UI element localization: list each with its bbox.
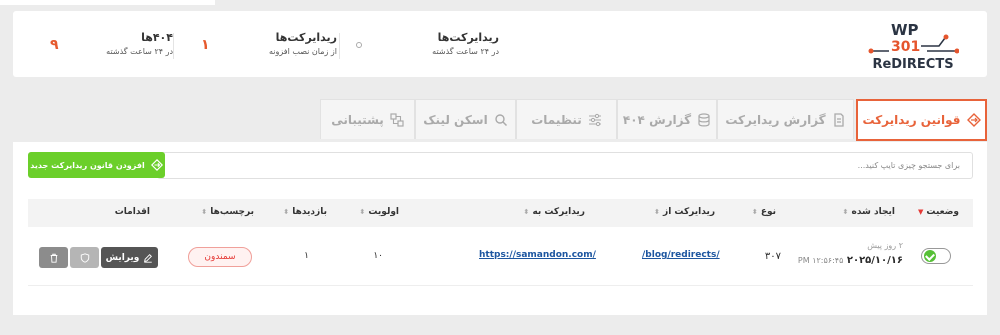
tab-label: تنظیمات [531,112,582,127]
sort-icon: ⬍ [751,208,758,216]
database-icon [698,112,710,126]
stat-title: ۴۰۴ها [141,31,173,44]
tab-label: گزارش ۴۰۴ [622,112,692,127]
tab-bar: قوانین ریدایرکت گزارش ریدایرکت گزارش ۴۰۴… [13,99,987,144]
sliders-icon [588,113,601,126]
table-row: ۲ روز پیش ۲۰۲۵/۱۰/۱۶ ۱۲:۵۶:۴۵ PM ۳۰۷ /bl… [28,228,973,286]
stat-title: ریدایرکت‌ها [437,31,499,44]
edit-label: ویرایش [105,252,140,263]
pencil-icon [144,253,153,263]
stat-title: ریدایرکت‌ها [275,31,337,44]
shield-icon [80,252,89,263]
stat-indicator-dot [356,42,362,48]
required-indicator-icon: ▼ [918,208,924,216]
sort-icon: ⬍ [654,208,660,216]
add-button-label: افزودن قانون ریدایرکت جدید [30,160,145,170]
divider [173,33,174,59]
redirect-diamond-icon [150,159,163,171]
tab-label: اسکن لینک [423,112,488,127]
top-strip [0,0,215,5]
search-input[interactable] [157,152,973,179]
stats-card: WP 301 ReDIRECTS ریدایرکت‌ها در ۲۴ ساعت … [13,11,987,77]
stat-subtitle: از زمان نصب افزونه [268,47,337,56]
svg-text:301: 301 [891,39,920,55]
support-icon [390,112,404,127]
column-header-hits[interactable]: بازدیدها ⬍ [279,207,327,217]
stat-404s: ۴۰۴ها در ۲۴ ساعت گذشته [106,31,173,56]
tag-badge[interactable]: سمندون [188,247,252,267]
sort-icon: ⬍ [201,208,208,216]
delete-button[interactable] [39,247,68,268]
stat-subtitle: در ۲۴ ساعت گذشته [432,47,499,56]
wp301-redirects-logo: WP 301 ReDIRECTS [868,21,959,72]
svg-text:ReDIRECTS: ReDIRECTS [872,57,953,72]
column-header-to[interactable]: ریدایرکت به ⬍ [519,207,585,217]
tab-label: گزارش ریدایرکت [725,112,826,127]
column-header-priority[interactable]: اولویت ⬍ [355,207,399,217]
column-header-created[interactable]: ایجاد شده ⬍ [839,207,895,217]
column-header-tags[interactable]: برچسب‌ها ⬍ [197,207,254,217]
redirect-type: ۳۰۷ [764,251,781,262]
sort-icon: ⬍ [283,208,290,216]
add-redirect-rule-button[interactable]: افزودن قانون ریدایرکت جدید [28,152,165,178]
trash-icon [50,253,57,263]
sort-icon: ⬍ [359,208,366,216]
redirect-rules-panel: افزودن قانون ریدایرکت جدید وضعیت▼ ایجاد … [13,142,987,315]
status-toggle[interactable] [921,248,951,264]
sort-icon: ⬍ [523,208,530,216]
tab-link-scan[interactable]: اسکن لینک [415,99,516,139]
tab-redirect-rules[interactable]: قوانین ریدایرکت [856,99,987,141]
tab-404-report[interactable]: گزارش ۴۰۴ [617,99,717,139]
stat-redirects-24h: ریدایرکت‌ها در ۲۴ ساعت گذشته [432,31,499,56]
svg-text:WP: WP [891,21,919,39]
priority-value: ۱۰ [373,251,383,261]
divider [339,33,340,59]
tab-label: قوانین ریدایرکت [862,113,961,127]
stat-redirects-since-install: ریدایرکت‌ها از زمان نصب افزونه [269,31,337,56]
redirect-from-link[interactable]: /blog/redirects/ [642,250,720,260]
hits-value: ۱ [304,251,309,261]
protect-button[interactable] [70,247,99,268]
stat-value: ۹ [50,37,59,53]
tab-support[interactable]: پشتیبانی [320,99,415,139]
redirect-to-link[interactable]: https://samandon.com/ [479,250,596,260]
created-date: ۲۰۲۵/۱۰/۱۶ ۱۲:۵۶:۴۵ PM [797,255,903,266]
column-header-type[interactable]: نوع ⬍ [748,207,776,217]
search-icon [495,113,507,126]
tab-settings[interactable]: تنظیمات [516,99,617,139]
tab-label: پشتیبانی [331,112,384,127]
document-icon [834,112,844,127]
tab-redirect-report[interactable]: گزارش ریدایرکت [717,99,854,139]
sort-icon: ⬍ [842,208,849,216]
check-icon [924,250,936,262]
column-header-status[interactable]: وضعیت▼ [918,207,959,217]
stat-subtitle: در ۲۴ ساعت گذشته [106,47,173,56]
column-header-from[interactable]: ریدایرکت از ⬍ [650,207,715,217]
redirect-diamond-icon [966,113,981,127]
created-relative: ۲ روز پیش [867,241,903,250]
table-header: وضعیت▼ ایجاد شده ⬍ نوع ⬍ ریدایرکت از ⬍ ر… [28,199,973,227]
column-header-actions: اقدامات [114,207,150,217]
stat-value: ۱ [201,37,210,53]
edit-button[interactable]: ویرایش [101,247,158,268]
